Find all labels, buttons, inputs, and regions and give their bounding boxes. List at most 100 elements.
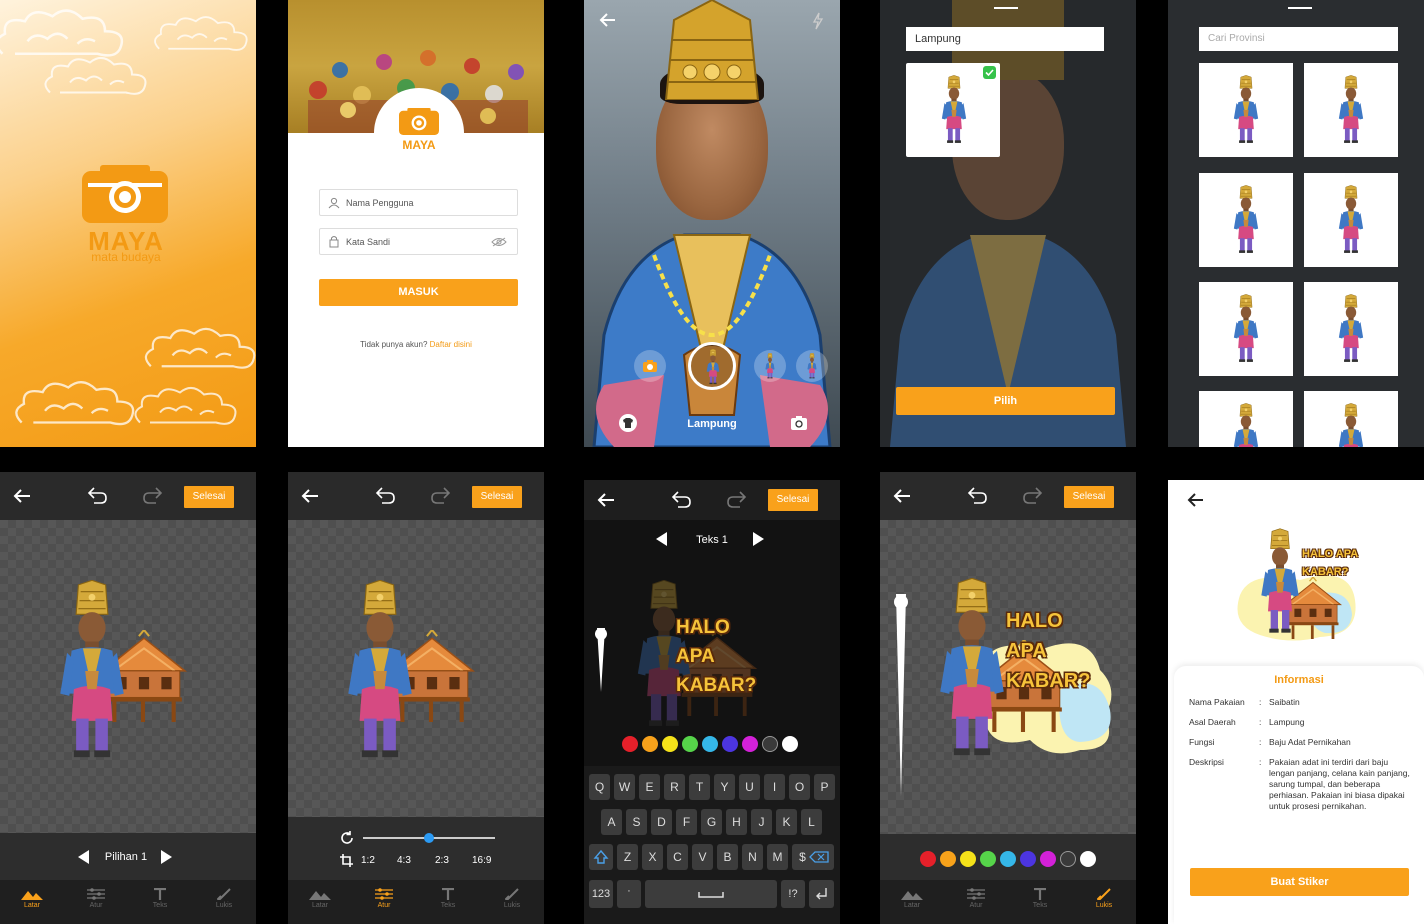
- prev-arrow-icon[interactable]: [78, 850, 90, 864]
- key[interactable]: P: [814, 774, 835, 800]
- redo-icon[interactable]: [725, 488, 749, 512]
- nav-lukis[interactable]: Lukis: [480, 880, 544, 924]
- key[interactable]: N: [742, 844, 763, 870]
- next-text-icon[interactable]: [752, 532, 764, 546]
- username-field[interactable]: Nama Pengguna: [319, 189, 518, 216]
- back-arrow-icon[interactable]: [298, 484, 322, 508]
- nav-teks[interactable]: Teks: [128, 880, 192, 924]
- redo-icon[interactable]: [141, 484, 165, 508]
- create-sticker-button[interactable]: Buat Stiker: [1190, 868, 1409, 896]
- costume-card[interactable]: [1199, 173, 1293, 267]
- color-swatch[interactable]: [722, 736, 738, 752]
- password-field[interactable]: Kata Sandi: [319, 228, 518, 255]
- key[interactable]: L: [801, 809, 822, 835]
- rotate-icon[interactable]: [340, 831, 354, 845]
- done-button[interactable]: Selesai: [1064, 486, 1114, 508]
- choose-button[interactable]: Pilih: [896, 387, 1115, 415]
- drag-handle[interactable]: [994, 7, 1018, 9]
- text-size-slider[interactable]: [595, 620, 607, 692]
- costume-card[interactable]: [1304, 63, 1398, 157]
- key[interactable]: C: [667, 844, 688, 870]
- nav-atur[interactable]: Atur: [64, 880, 128, 924]
- color-swatch[interactable]: [682, 736, 698, 752]
- key[interactable]: H: [726, 809, 747, 835]
- back-arrow-icon[interactable]: [890, 484, 914, 508]
- costume-card[interactable]: [1199, 63, 1293, 157]
- costume-card[interactable]: [1304, 282, 1398, 376]
- done-button[interactable]: Selesai: [768, 489, 818, 511]
- space-key[interactable]: [645, 880, 777, 908]
- key[interactable]: U: [739, 774, 760, 800]
- nav-atur[interactable]: Atur: [944, 880, 1008, 924]
- sticker-text[interactable]: HALO APA KABAR?: [1006, 606, 1106, 696]
- nav-lukis[interactable]: Lukis: [192, 880, 256, 924]
- canvas-area[interactable]: [0, 520, 256, 833]
- character-sticker[interactable]: [938, 578, 1006, 760]
- color-swatch[interactable]: [702, 736, 718, 752]
- undo-icon[interactable]: [965, 484, 989, 508]
- prev-text-icon[interactable]: [656, 532, 668, 546]
- back-arrow-icon[interactable]: [594, 488, 618, 512]
- key[interactable]: Q: [589, 774, 610, 800]
- key[interactable]: V: [692, 844, 713, 870]
- switch-camera-icon[interactable]: [790, 415, 808, 431]
- costume-card[interactable]: [1199, 282, 1293, 376]
- register-link[interactable]: Daftar disini: [430, 340, 472, 349]
- character-sticker[interactable]: [58, 580, 126, 762]
- nav-teks[interactable]: Teks: [1008, 880, 1072, 924]
- sticker-text-editing[interactable]: HALO APA KABAR?: [676, 613, 766, 700]
- crop-icon[interactable]: [340, 854, 353, 867]
- key[interactable]: M: [767, 844, 788, 870]
- nav-teks[interactable]: Teks: [416, 880, 480, 924]
- back-arrow-icon[interactable]: [598, 12, 616, 28]
- key[interactable]: A: [601, 809, 622, 835]
- redo-icon[interactable]: [1021, 484, 1045, 508]
- key[interactable]: E: [639, 774, 660, 800]
- costume-card[interactable]: [1304, 173, 1398, 267]
- color-swatch[interactable]: [980, 851, 996, 867]
- done-button[interactable]: Selesai: [472, 486, 522, 508]
- character-sticker[interactable]: [346, 580, 414, 762]
- key[interactable]: T: [689, 774, 710, 800]
- color-swatch[interactable]: [1060, 851, 1076, 867]
- undo-icon[interactable]: [373, 484, 397, 508]
- color-swatch[interactable]: [920, 851, 936, 867]
- color-swatch[interactable]: [1080, 851, 1096, 867]
- next-arrow-icon[interactable]: [160, 850, 172, 864]
- key[interactable]: X: [642, 844, 663, 870]
- color-swatch[interactable]: [940, 851, 956, 867]
- canvas-area[interactable]: HALO APA KABAR?: [880, 520, 1136, 834]
- shift-key[interactable]: [589, 844, 613, 870]
- color-swatch[interactable]: [742, 736, 758, 752]
- key[interactable]: R: [664, 774, 685, 800]
- province-search-input[interactable]: Cari Provinsi: [1199, 27, 1398, 51]
- ratio-option[interactable]: 1:2: [361, 855, 375, 866]
- eye-hidden-icon[interactable]: [491, 237, 507, 247]
- color-swatch[interactable]: [1000, 851, 1016, 867]
- canvas-area[interactable]: [288, 520, 544, 817]
- undo-icon[interactable]: [669, 488, 693, 512]
- color-swatch[interactable]: [762, 736, 778, 752]
- color-swatch[interactable]: [960, 851, 976, 867]
- punctuation-key[interactable]: !?: [781, 880, 805, 908]
- key[interactable]: Y: [714, 774, 735, 800]
- key[interactable]: G: [701, 809, 722, 835]
- enter-key[interactable]: [809, 880, 834, 908]
- key[interactable]: S: [626, 809, 647, 835]
- key[interactable]: J: [751, 809, 772, 835]
- costume-option-2[interactable]: [754, 350, 786, 382]
- key[interactable]: B: [717, 844, 738, 870]
- province-search-input[interactable]: Lampung: [906, 27, 1104, 51]
- backspace-key[interactable]: [806, 844, 834, 870]
- ratio-option[interactable]: 16:9: [472, 855, 491, 866]
- key[interactable]: I: [764, 774, 785, 800]
- nav-latar[interactable]: Latar: [0, 880, 64, 924]
- numbers-key[interactable]: 123: [589, 880, 613, 908]
- nav-lukis[interactable]: Lukis: [1072, 880, 1136, 924]
- color-swatch[interactable]: [1040, 851, 1056, 867]
- shirt-icon[interactable]: [618, 414, 638, 432]
- key[interactable]: O: [789, 774, 810, 800]
- key[interactable]: K: [776, 809, 797, 835]
- flash-icon[interactable]: [812, 12, 824, 30]
- costume-card[interactable]: [1199, 391, 1293, 447]
